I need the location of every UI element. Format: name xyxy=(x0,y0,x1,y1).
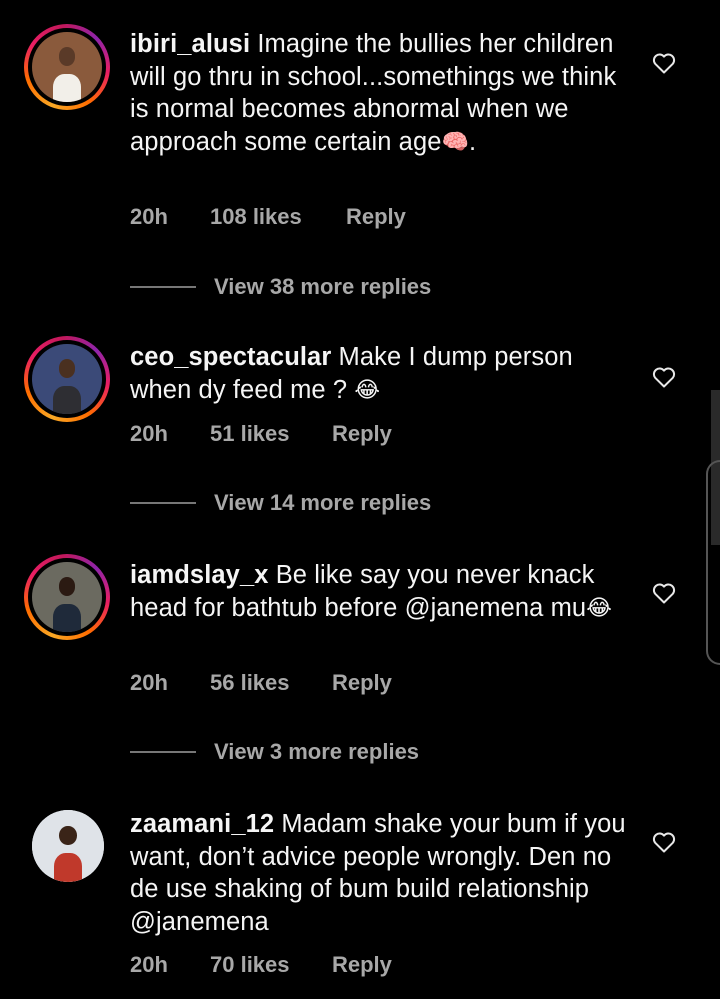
avatar[interactable] xyxy=(32,810,104,882)
comment-username[interactable]: ceo_spectacular xyxy=(130,343,331,371)
comment-username[interactable]: ibiri_alusi xyxy=(130,30,250,58)
comment-username[interactable]: zaamani_12 xyxy=(130,810,274,838)
comment-body-end: . xyxy=(469,127,477,156)
comment-time: 20h xyxy=(130,670,168,695)
comment-likes[interactable]: 56 likes xyxy=(210,670,332,696)
comment-meta: 20h 70 likes Reply xyxy=(130,952,392,978)
comment-time: 20h xyxy=(130,204,168,229)
comment-likes[interactable]: 70 likes xyxy=(210,952,332,978)
comment-text: ceo_spectacular Make I dump person when … xyxy=(130,341,630,406)
comment-time: 20h xyxy=(130,952,168,977)
view-replies-button[interactable]: View 14 more replies xyxy=(130,490,431,516)
reply-button[interactable]: Reply xyxy=(332,421,392,447)
reply-button[interactable]: Reply xyxy=(332,670,392,696)
avatar[interactable] xyxy=(24,554,110,640)
avatar[interactable] xyxy=(24,336,110,422)
heart-outline-icon[interactable] xyxy=(652,582,676,604)
reply-button[interactable]: Reply xyxy=(332,952,392,978)
comment-meta: 20h 108 likes Reply xyxy=(130,204,406,230)
view-replies-button[interactable]: View 3 more replies xyxy=(130,739,419,765)
view-replies-button[interactable]: View 38 more replies xyxy=(130,274,431,300)
comment-time: 20h xyxy=(130,421,168,446)
view-replies-label: View 38 more replies xyxy=(214,274,432,299)
divider xyxy=(130,286,196,288)
comment-text: iamdslay_x Be like say you never knack h… xyxy=(130,559,630,624)
scroll-handle[interactable] xyxy=(706,460,720,665)
avatar[interactable] xyxy=(24,24,110,110)
laughing-emoji: 😂 xyxy=(354,376,381,402)
divider xyxy=(130,502,196,504)
comment-meta: 20h 56 likes Reply xyxy=(130,670,392,696)
reply-button[interactable]: Reply xyxy=(346,204,406,230)
comment-likes[interactable]: 108 likes xyxy=(210,204,346,230)
heart-outline-icon[interactable] xyxy=(652,831,676,853)
comment-text: ibiri_alusi Imagine the bullies her chil… xyxy=(130,28,630,158)
divider xyxy=(130,751,196,753)
view-replies-label: View 3 more replies xyxy=(214,739,420,764)
comment-meta: 20h 51 likes Reply xyxy=(130,421,392,447)
heart-outline-icon[interactable] xyxy=(652,366,676,388)
laughing-emoji: 😂 xyxy=(586,594,613,620)
view-replies-label: View 14 more replies xyxy=(214,490,432,515)
brain-emoji: 🧠 xyxy=(441,128,470,154)
comment-username[interactable]: iamdslay_x xyxy=(130,561,269,589)
comment-likes[interactable]: 51 likes xyxy=(210,421,332,447)
comment-text: zaamani_12 Madam shake your bum if you w… xyxy=(130,808,630,938)
heart-outline-icon[interactable] xyxy=(652,52,676,74)
